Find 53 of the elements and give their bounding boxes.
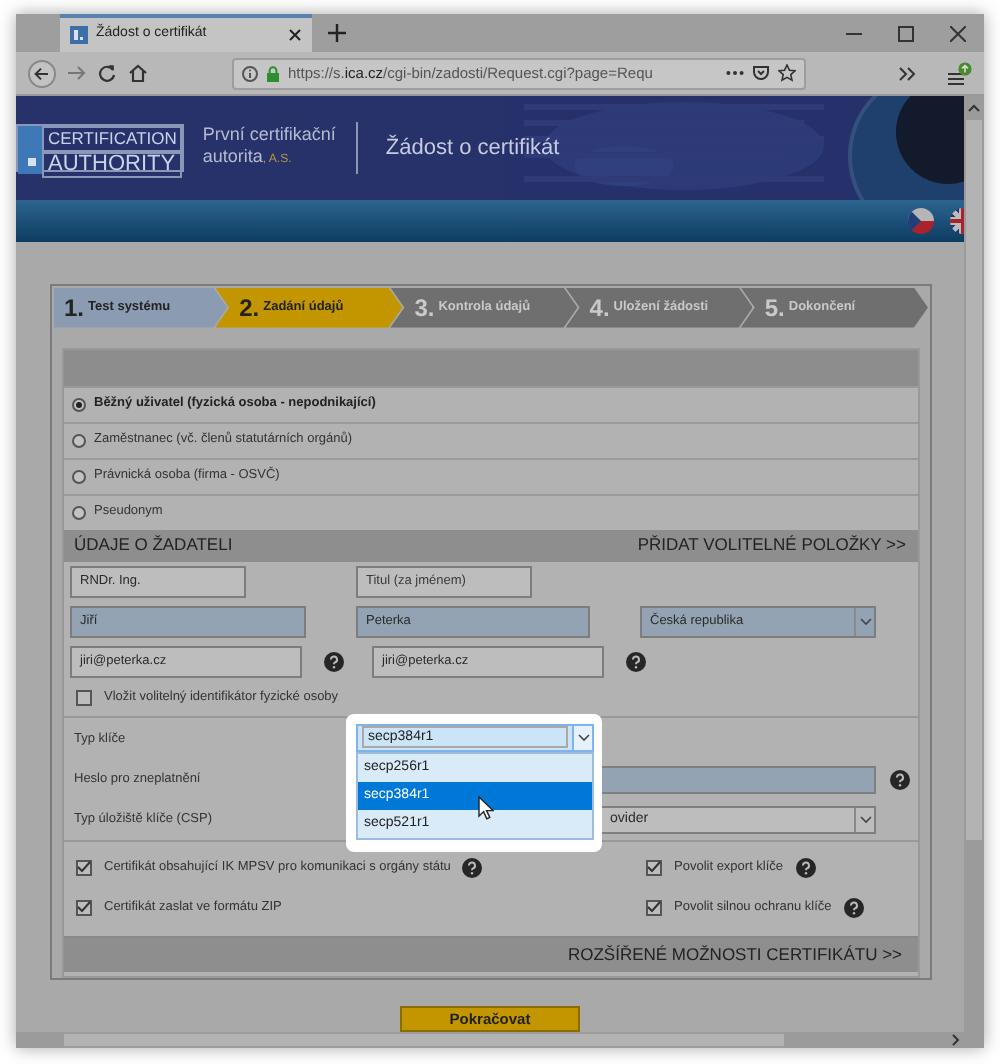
close-icon[interactable] [950,25,966,41]
checkbox[interactable] [76,689,92,706]
organization-name: autorita [202,145,263,168]
star-icon[interactable] [778,64,796,82]
radio-button[interactable] [72,433,86,448]
organization-name: První certifikační [202,123,336,146]
more-icon[interactable] [726,70,744,76]
help-icon[interactable] [324,651,344,672]
home-icon[interactable] [128,64,148,82]
pocket-icon[interactable] [752,64,770,82]
section-title: ÚDAJE O ŽADATELI [74,532,233,559]
check-icon [76,860,92,875]
checkbox[interactable] [646,859,662,876]
radio-button[interactable] [72,397,86,412]
scroll-right-icon[interactable] [952,1034,960,1046]
checkbox[interactable] [76,899,92,916]
help-icon[interactable] [462,857,483,878]
scroll-up-icon[interactable] [968,104,980,112]
logo-icon [18,125,42,174]
radio-button[interactable] [72,469,86,484]
info-icon [242,65,258,81]
help-icon[interactable] [795,857,816,878]
overflow-icon[interactable] [898,65,916,81]
reload-icon[interactable] [98,64,116,82]
advanced-options-button[interactable]: ROZŠÍŘENÉ MOŽNOSTI CERTIFIKÁTU >> [64,935,918,972]
close-icon[interactable] [288,28,302,42]
checkbox[interactable] [646,899,662,916]
check-icon [646,860,662,875]
caret-icon [859,815,871,824]
add-optional-fields-link[interactable]: PŘIDAT VOLITELNÉ POLOŽKY >> [637,532,906,559]
caret-icon [577,733,589,742]
back-icon[interactable] [28,59,56,87]
scrollbar-thumb[interactable] [64,1034,784,1046]
british-flag-icon[interactable] [950,207,964,234]
caret-icon [859,617,871,626]
help-icon[interactable] [843,897,864,918]
logo-text: AUTHORITY [42,151,183,178]
check-icon [646,900,662,915]
new-tab-icon[interactable] [328,24,346,42]
lock-icon [266,65,280,81]
page-title: Žádost o certifikát [385,132,560,164]
maximize-icon[interactable] [898,25,914,41]
site-icon [70,26,88,44]
help-icon[interactable] [626,651,646,672]
check-icon [76,900,92,915]
logo-text: CERTIFICATION [42,125,183,152]
menu-icon[interactable] [948,61,972,85]
scrollbar-thumb[interactable] [966,120,982,840]
radio-button[interactable] [72,505,86,520]
pointer-icon [478,795,494,820]
checkbox[interactable] [76,859,92,876]
help-icon[interactable] [890,769,910,790]
czech-flag-icon[interactable] [908,207,934,234]
